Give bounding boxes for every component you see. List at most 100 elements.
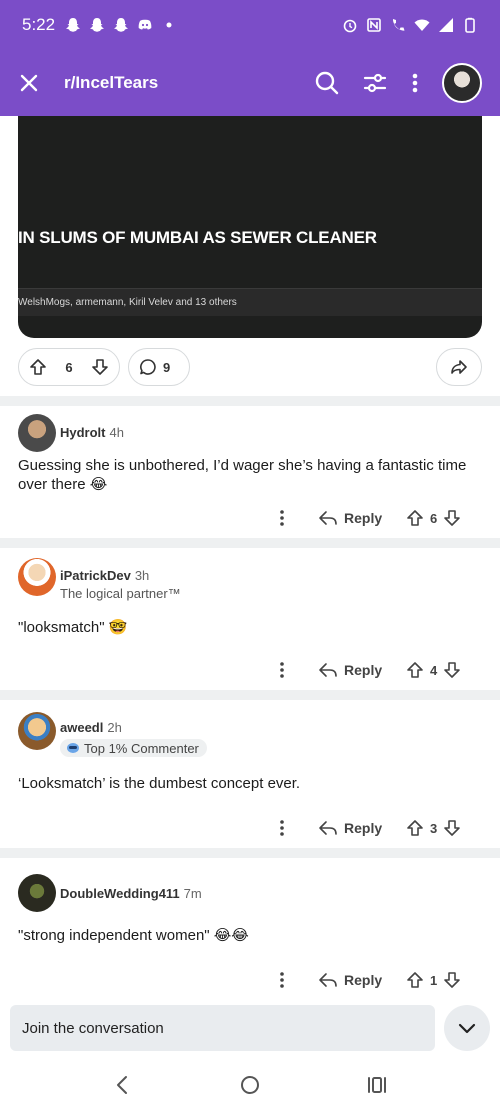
post-image-strip: WelshMogs, armemann, Kiril Velev and 13 … — [18, 288, 482, 316]
author-name: Hydrolt — [60, 425, 106, 440]
comment-vote: 6 — [406, 504, 461, 532]
back-button[interactable] — [103, 1065, 143, 1105]
author-name: DoubleWedding411 — [60, 886, 180, 901]
battery-icon — [465, 17, 475, 33]
separator — [0, 538, 500, 548]
comment: iPatrickDev 3h The logical partner™ "look… — [0, 548, 500, 690]
comment-time: 4h — [109, 425, 124, 440]
join-conversation-input[interactable]: Join the conversation — [10, 1005, 435, 1051]
comment-author[interactable]: iPatrickDev 3h — [60, 568, 149, 583]
comment: aweedl 2h Top 1% Commenter ‘Looksmatch’ i… — [0, 700, 500, 848]
more-options-button[interactable] — [272, 656, 292, 684]
post-image[interactable]: IN SLUMS OF MUMBAI AS SEWER CLEANER Wels… — [18, 116, 482, 338]
downvote-icon[interactable] — [91, 358, 109, 376]
post-upvote-count: 6 — [65, 359, 73, 375]
comment-author[interactable]: DoubleWedding411 7m — [60, 886, 202, 901]
chevron-down-icon — [458, 1023, 476, 1034]
close-icon[interactable] — [18, 72, 40, 94]
more-options-button[interactable] — [272, 966, 292, 994]
notification-icons — [65, 17, 177, 33]
avatar[interactable] — [18, 414, 56, 452]
share-button[interactable] — [436, 348, 482, 386]
reply-icon — [319, 821, 337, 835]
system-icons — [342, 17, 478, 33]
comment-body: Guessing she is unbothered, I’d wager sh… — [18, 457, 467, 493]
snapchat-icon — [114, 18, 129, 32]
comment-body: "looksmatch" 🤓 — [18, 619, 128, 636]
comment-body: ‘Looksmatch’ is the dumbest concept ever… — [18, 775, 301, 792]
recents-icon — [367, 1077, 386, 1093]
more-vertical-icon[interactable] — [410, 70, 420, 96]
downvote-icon[interactable] — [443, 509, 461, 527]
back-icon — [117, 1076, 128, 1094]
comment-actions: Reply 3 — [0, 814, 500, 842]
avatar[interactable] — [18, 712, 56, 750]
vote-pill: 6 — [18, 348, 120, 386]
reply-label: Reply — [344, 820, 383, 836]
comment-author[interactable]: Hydrolt 4h — [60, 425, 124, 440]
system-nav-bar — [0, 1058, 500, 1112]
snapchat-icon — [90, 18, 105, 32]
home-button[interactable] — [230, 1065, 270, 1105]
upvote-icon[interactable] — [406, 509, 424, 527]
vote-count: 3 — [430, 820, 438, 836]
collapse-button[interactable] — [444, 1005, 490, 1051]
comment-author[interactable]: aweedl 2h — [60, 720, 122, 735]
status-time: 5:22 — [22, 15, 56, 34]
comment-icon — [140, 359, 156, 375]
dot-icon — [166, 22, 172, 28]
post-image-strip-text: WelshMogs, armemann, Kiril Velev and 13 … — [18, 297, 237, 308]
search-icon[interactable] — [314, 70, 340, 96]
comment: Hydrolt 4h Guessing she is unbothered, I’… — [0, 406, 500, 538]
reply-label: Reply — [344, 972, 383, 988]
downvote-icon[interactable] — [443, 661, 461, 679]
comment-time: 7m — [183, 886, 202, 901]
user-avatar[interactable] — [442, 63, 482, 103]
reply-button[interactable]: Reply — [318, 814, 382, 842]
avatar[interactable] — [18, 558, 56, 596]
more-options-button[interactable] — [272, 504, 292, 532]
vote-count: 6 — [430, 510, 438, 526]
achievement-badge[interactable]: Top 1% Commenter — [60, 739, 207, 757]
vote-count: 1 — [430, 972, 438, 988]
comment-actions: Reply 1 — [0, 966, 500, 994]
subreddit-title[interactable]: r/IncelTears — [64, 73, 158, 93]
recents-button[interactable] — [357, 1065, 397, 1105]
comment-vote: 3 — [406, 814, 461, 842]
comment-time: 3h — [134, 568, 150, 583]
upvote-icon[interactable] — [29, 358, 47, 376]
reply-button[interactable]: Reply — [318, 656, 382, 684]
status-bar: 5:22 — [0, 0, 500, 50]
reply-icon — [319, 663, 337, 677]
author-name: iPatrickDev — [60, 568, 131, 583]
upvote-icon[interactable] — [406, 819, 424, 837]
signal-icon — [439, 18, 453, 32]
reply-button[interactable]: Reply — [318, 504, 382, 532]
avatar[interactable] — [18, 874, 56, 912]
reply-button[interactable]: Reply — [318, 966, 382, 994]
reply-label: Reply — [344, 662, 383, 678]
reply-icon — [319, 511, 337, 525]
comment-actions: Reply 4 — [0, 656, 500, 684]
user-flair: The logical partner™ — [60, 586, 181, 601]
wifi-icon — [414, 19, 430, 31]
wifi-calling-icon — [392, 19, 405, 31]
app-bar: r/IncelTears — [0, 50, 500, 116]
alarm-icon — [343, 19, 357, 33]
badge-label: Top 1% Commenter — [84, 740, 199, 756]
upvote-icon[interactable] — [406, 661, 424, 679]
vote-count: 4 — [430, 662, 438, 678]
post-image-caption: IN SLUMS OF MUMBAI AS SEWER CLEANER — [18, 228, 377, 247]
downvote-icon[interactable] — [443, 971, 461, 989]
downvote-icon[interactable] — [443, 819, 461, 837]
filter-icon[interactable] — [362, 70, 388, 96]
more-vertical-icon — [280, 820, 284, 836]
upvote-icon[interactable] — [406, 971, 424, 989]
app-bar-actions — [314, 63, 482, 103]
snapchat-icon — [66, 18, 81, 32]
home-icon — [240, 1076, 259, 1094]
more-options-button[interactable] — [272, 814, 292, 842]
share-icon — [451, 360, 467, 374]
comments-button[interactable]: 9 — [128, 348, 190, 386]
separator — [0, 690, 500, 700]
